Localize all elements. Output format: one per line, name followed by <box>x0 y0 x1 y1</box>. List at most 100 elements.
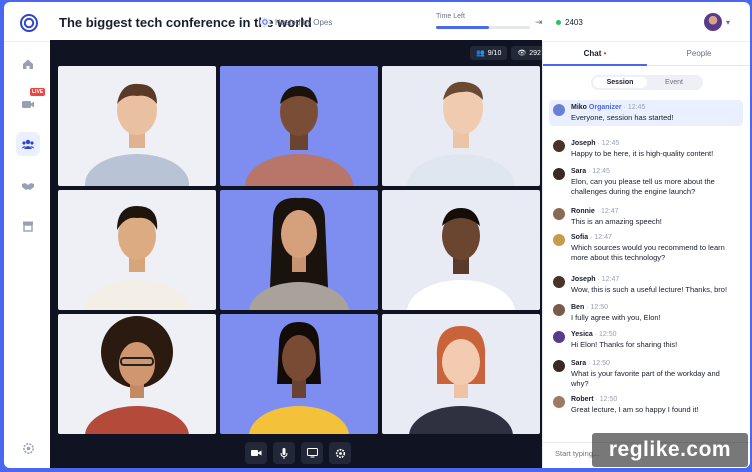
message-body: Miko Organizer · 12:45 Everyone, session … <box>571 103 739 123</box>
sidebar-item-networking[interactable] <box>16 174 40 198</box>
video-stage: 👥 9/10 👁 292 <box>50 40 547 468</box>
message-header: Joseph · 12:47 <box>571 275 739 284</box>
camera-button[interactable] <box>245 442 267 464</box>
settings-button[interactable] <box>329 442 351 464</box>
avatar[interactable] <box>553 104 565 116</box>
video-tile[interactable] <box>220 190 378 310</box>
video-tile[interactable] <box>382 190 540 310</box>
screen-share-icon <box>306 448 318 458</box>
message-time: · 12:50 <box>588 360 610 367</box>
avatar[interactable] <box>553 234 565 246</box>
participant-video <box>245 86 353 186</box>
video-tile[interactable] <box>382 314 540 434</box>
segment-event[interactable]: Event <box>647 77 701 88</box>
message-author[interactable]: Joseph <box>571 140 596 147</box>
message-time: · 12:50 <box>586 304 608 311</box>
chat-message: Sara · 12:45 Elon, can you please tell us… <box>549 164 743 200</box>
message-time: · 12:45 <box>588 168 610 175</box>
avatar[interactable] <box>553 276 565 288</box>
tab-people[interactable]: People <box>647 42 750 65</box>
message-header: Joseph · 12:45 <box>571 139 739 148</box>
video-live-icon <box>22 101 34 108</box>
role-badge: Organizer <box>588 104 622 111</box>
store-icon <box>23 221 33 232</box>
message-text: Happy to be here, it is high-quality con… <box>571 149 714 158</box>
viewers-value: 292 <box>529 49 541 57</box>
message-author[interactable]: Yesica <box>571 331 593 338</box>
participant-video <box>409 326 513 434</box>
message-body: Ronnie · 12:47 This is an amazing speech! <box>571 207 739 227</box>
avatar[interactable] <box>553 208 565 220</box>
video-tile[interactable] <box>220 66 378 186</box>
chevron-down-icon[interactable]: ▾ <box>726 18 730 27</box>
app-logo-icon[interactable] <box>20 14 38 32</box>
avatar[interactable] <box>553 331 565 343</box>
sidebar-item-booths[interactable] <box>16 214 40 238</box>
chat-panel: Chat • People Session Event Miko Organiz… <box>542 42 750 468</box>
eye-icon: 👁 <box>517 50 527 57</box>
video-tile[interactable] <box>382 66 540 186</box>
message-text: What is your favorite part of the workda… <box>571 369 720 388</box>
avatar[interactable] <box>553 360 565 372</box>
message-author[interactable]: Ben <box>571 304 584 311</box>
avatar[interactable] <box>553 304 565 316</box>
sidebar-item-session[interactable] <box>16 132 40 156</box>
hosted-by[interactable]: Hosted by Opes <box>260 17 332 27</box>
avatar[interactable] <box>553 396 565 408</box>
chat-message: Ben · 12:50 I fully agree with you, Elon! <box>549 300 743 326</box>
video-tile[interactable] <box>220 314 378 434</box>
message-body: Ben · 12:50 I fully agree with you, Elon! <box>571 303 739 323</box>
participant-video <box>85 316 189 434</box>
watermark-text: reglike.com <box>592 433 748 467</box>
chat-message: Ronnie · 12:47 This is an amazing speech! <box>549 204 743 230</box>
chat-message: Yesica · 12:50 Hi Elon! Thanks for sharin… <box>549 327 743 353</box>
message-time: · 12:50 <box>594 331 617 338</box>
message-author[interactable]: Sara <box>571 168 586 175</box>
home-icon <box>23 59 33 69</box>
user-menu[interactable]: ▾ <box>704 13 730 31</box>
avatar[interactable] <box>553 168 565 180</box>
message-author[interactable]: Robert <box>571 396 594 403</box>
participant-video <box>85 83 189 186</box>
message-author[interactable]: Joseph <box>571 276 596 283</box>
message-text: Everyone, session has started! <box>571 113 674 122</box>
message-author[interactable]: Miko <box>571 104 587 111</box>
message-text: Wow, this is such a useful lecture! Than… <box>571 285 728 294</box>
message-body: Sara · 12:45 Elon, can you please tell us… <box>571 167 739 197</box>
message-text: This is an amazing speech! <box>571 217 662 226</box>
message-text: Which sources would you recommend to lea… <box>571 243 725 262</box>
video-tile[interactable] <box>58 190 216 310</box>
tab-chat[interactable]: Chat • <box>543 42 647 66</box>
sidebar: LIVE <box>4 42 50 468</box>
message-body: Joseph · 12:45 Happy to be here, it is hi… <box>571 139 739 159</box>
sidebar-item-home[interactable] <box>16 52 40 76</box>
stage-stats: 👥 9/10 👁 292 <box>470 46 547 60</box>
message-author[interactable]: Sofia <box>571 234 588 241</box>
chat-message: Joseph · 12:47 Wow, this is such a useful… <box>549 272 743 298</box>
unread-dot-icon: • <box>601 49 607 58</box>
message-author[interactable]: Sara <box>571 360 586 367</box>
top-bar: The biggest tech conference in the world… <box>4 2 750 42</box>
sidebar-item-settings[interactable] <box>16 436 40 460</box>
participant-video <box>407 208 515 310</box>
segment-session[interactable]: Session <box>593 77 647 88</box>
avatar[interactable] <box>553 140 565 152</box>
video-tile[interactable] <box>58 66 216 186</box>
message-header: Sofia · 12:47 <box>571 233 739 242</box>
message-header: Ben · 12:50 <box>571 303 739 312</box>
avatar[interactable] <box>704 13 722 31</box>
screen-share-button[interactable] <box>301 442 323 464</box>
message-author[interactable]: Ronnie <box>571 208 595 215</box>
video-tile[interactable] <box>58 314 216 434</box>
collapse-panel-icon[interactable]: ⇥ <box>535 17 543 28</box>
sidebar-item-live[interactable]: LIVE <box>16 88 46 116</box>
message-body: Joseph · 12:47 Wow, this is such a useful… <box>571 275 739 295</box>
participants-icon: 👥 <box>476 50 485 57</box>
message-header: Miko Organizer · 12:45 <box>571 103 739 112</box>
message-time: · 12:47 <box>597 276 620 283</box>
message-time: · 12:45 <box>597 140 620 147</box>
hosted-by-label: Hosted by Opes <box>275 17 333 27</box>
participants-value: 9/10 <box>487 49 502 57</box>
microphone-button[interactable] <box>273 442 295 464</box>
message-body: Robert · 12:50 Great lecture, I am so hap… <box>571 395 739 415</box>
